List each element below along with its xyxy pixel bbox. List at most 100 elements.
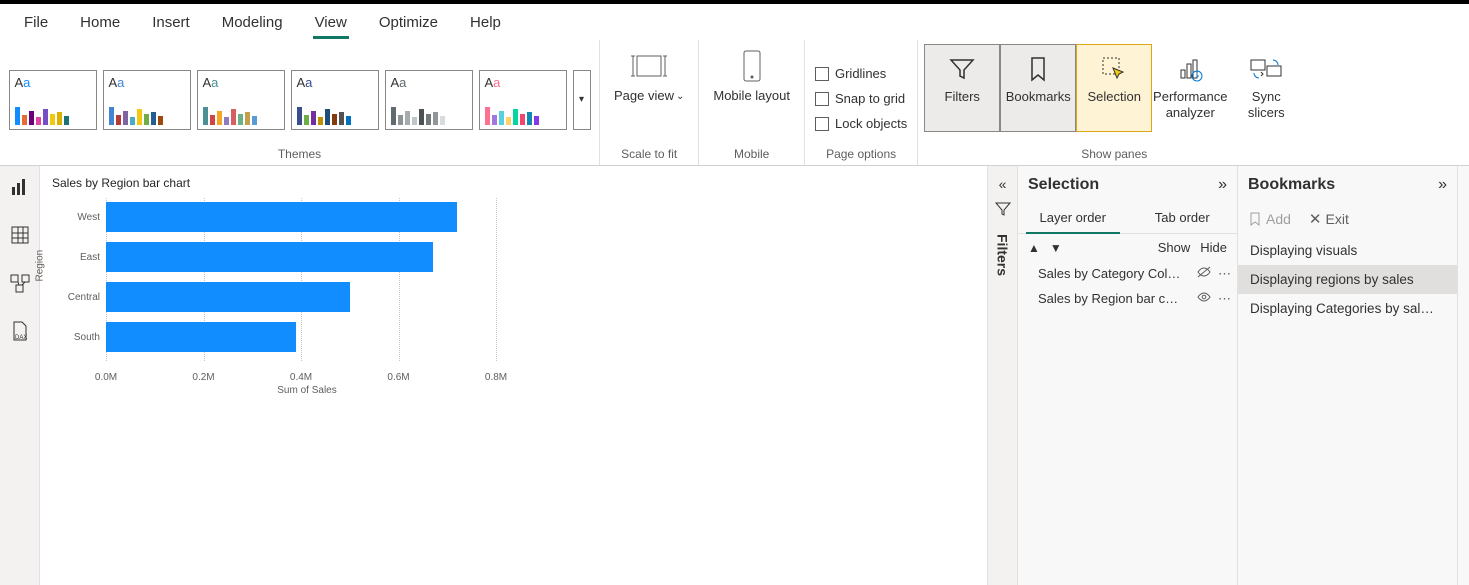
add-bookmark-button[interactable]: Add xyxy=(1248,211,1291,227)
x-tick-label: 0.4M xyxy=(290,372,312,383)
bar[interactable] xyxy=(106,202,457,232)
filters-funnel-icon xyxy=(994,200,1012,218)
theme-thumbnail[interactable]: Aa xyxy=(479,70,567,130)
report-view-icon[interactable] xyxy=(9,176,31,198)
gridlines-label: Gridlines xyxy=(835,66,886,81)
mobile-layout-button[interactable]: Mobile layout xyxy=(705,44,798,105)
eye-visible-icon[interactable] xyxy=(1196,290,1212,307)
data-view-icon[interactable] xyxy=(9,224,31,246)
lock-checkbox[interactable]: Lock objects xyxy=(811,114,911,133)
bookmark-add-icon xyxy=(1248,211,1262,227)
tab-layer-order[interactable]: Layer order xyxy=(1018,202,1128,233)
bar[interactable] xyxy=(106,322,296,352)
chevron-down-icon: ⌄ xyxy=(676,90,684,103)
bookmark-icon xyxy=(1020,51,1056,87)
bar[interactable] xyxy=(106,242,433,272)
collapse-selection-icon[interactable]: » xyxy=(1218,176,1227,194)
model-view-icon[interactable] xyxy=(9,272,31,294)
bar-row: Central xyxy=(106,282,350,312)
tab-tab-order[interactable]: Tab order xyxy=(1128,202,1238,233)
performance-icon xyxy=(1172,51,1208,87)
x-axis-title: Sum of Sales xyxy=(106,385,508,396)
menu-optimize[interactable]: Optimize xyxy=(363,8,454,37)
bookmark-item[interactable]: Displaying Categories by sal… xyxy=(1238,294,1457,323)
menu-file[interactable]: File xyxy=(8,8,64,37)
selection-item[interactable]: Sales by Category Col… ⋯ xyxy=(1018,261,1237,286)
chart-visual[interactable]: Sales by Region bar chart Region 0.0M0.2… xyxy=(48,174,508,396)
svg-text:DAX: DAX xyxy=(15,335,27,341)
hide-button[interactable]: Hide xyxy=(1200,240,1227,255)
chart-title: Sales by Region bar chart xyxy=(48,174,508,198)
left-rail: DAX xyxy=(0,166,40,585)
theme-sample-text: Aa xyxy=(391,75,467,90)
themes-group-label: Themes xyxy=(278,145,321,165)
ribbon: AaAaAaAaAaAa ▾ Themes Page view⌄ Scale t… xyxy=(0,40,1469,166)
x-tick-label: 0.2M xyxy=(192,372,214,383)
more-options-icon[interactable]: ⋯ xyxy=(1218,291,1231,307)
sync-label: Sync slicers xyxy=(1233,89,1299,120)
menu-modeling[interactable]: Modeling xyxy=(206,8,299,37)
sync-slicers-button[interactable]: Sync slicers xyxy=(1228,44,1304,132)
collapse-bookmarks-icon[interactable]: » xyxy=(1438,176,1447,194)
theme-thumbnail[interactable]: Aa xyxy=(385,70,473,130)
selection-cursor-icon xyxy=(1096,51,1132,87)
show-panes-group-label: Show panes xyxy=(1081,145,1147,165)
dax-view-icon[interactable]: DAX xyxy=(9,320,31,342)
theme-color-bars xyxy=(15,105,91,125)
theme-thumbnail[interactable]: Aa xyxy=(291,70,379,130)
bar-category-label: South xyxy=(74,332,100,343)
menu-view[interactable]: View xyxy=(299,8,363,37)
move-up-icon[interactable]: ▲ xyxy=(1028,241,1040,255)
exit-bookmark-button[interactable]: ✕ Exit xyxy=(1309,210,1349,228)
theme-thumbnail[interactable]: Aa xyxy=(103,70,191,130)
bar[interactable] xyxy=(106,282,350,312)
theme-thumbnail[interactable]: Aa xyxy=(9,70,97,130)
ribbon-group-mobile: Mobile layout Mobile xyxy=(699,40,805,165)
mobile-layout-label: Mobile layout xyxy=(713,88,790,105)
menu-insert[interactable]: Insert xyxy=(136,8,206,37)
move-down-icon[interactable]: ▼ xyxy=(1050,241,1062,255)
theme-sample-text: Aa xyxy=(485,75,561,90)
exit-label: Exit xyxy=(1326,211,1349,227)
menu-home[interactable]: Home xyxy=(64,8,136,37)
report-canvas[interactable]: Sales by Region bar chart Region 0.0M0.2… xyxy=(40,166,987,585)
eye-hidden-icon[interactable] xyxy=(1196,265,1212,282)
bookmark-item[interactable]: Displaying visuals xyxy=(1238,236,1457,265)
page-view-button[interactable]: Page view⌄ xyxy=(606,44,692,105)
lock-label: Lock objects xyxy=(835,116,907,131)
more-options-icon[interactable]: ⋯ xyxy=(1218,266,1231,282)
bar-row: East xyxy=(106,242,433,272)
bookmarks-pane-button[interactable]: Bookmarks xyxy=(1000,44,1076,132)
filters-collapsed-label: Filters xyxy=(995,234,1011,276)
chart-plot-area: 0.0M0.2M0.4M0.6M0.8MWestEastCentralSouth xyxy=(106,198,508,383)
ribbon-group-scale: Page view⌄ Scale to fit xyxy=(600,40,699,165)
selection-item[interactable]: Sales by Region bar c… ⋯ xyxy=(1018,286,1237,311)
performance-pane-button[interactable]: Performance analyzer xyxy=(1152,44,1228,132)
themes-dropdown[interactable]: ▾ xyxy=(573,70,591,130)
x-tick-label: 0.0M xyxy=(95,372,117,383)
checkbox-icon xyxy=(815,92,829,106)
menubar: File Home Insert Modeling View Optimize … xyxy=(0,4,1469,40)
mobile-group-label: Mobile xyxy=(734,145,769,165)
theme-thumbnail[interactable]: Aa xyxy=(197,70,285,130)
theme-color-bars xyxy=(109,105,185,125)
snap-checkbox[interactable]: Snap to grid xyxy=(811,89,909,108)
show-button[interactable]: Show xyxy=(1158,240,1191,255)
theme-color-bars xyxy=(485,105,561,125)
gridlines-checkbox[interactable]: Gridlines xyxy=(811,64,890,83)
selection-item-label: Sales by Category Col… xyxy=(1038,266,1190,281)
scale-group-label: Scale to fit xyxy=(621,145,677,165)
page-view-icon xyxy=(630,48,668,84)
pageoptions-group-label: Page options xyxy=(826,145,896,165)
snap-label: Snap to grid xyxy=(835,91,905,106)
ribbon-group-page-options: Gridlines Snap to grid Lock objects Page… xyxy=(805,40,918,165)
selection-item-label: Sales by Region bar c… xyxy=(1038,291,1190,306)
bookmark-item[interactable]: Displaying regions by sales xyxy=(1238,265,1457,294)
menu-help[interactable]: Help xyxy=(454,8,517,37)
expand-filters-icon[interactable]: « xyxy=(999,176,1007,192)
filters-pane-collapsed: « Filters xyxy=(987,166,1017,585)
filters-pane-button[interactable]: Filters xyxy=(924,44,1000,132)
bar-category-label: West xyxy=(77,212,100,223)
selection-pane-button[interactable]: Selection xyxy=(1076,44,1152,132)
page-view-label: Page view xyxy=(614,88,674,105)
